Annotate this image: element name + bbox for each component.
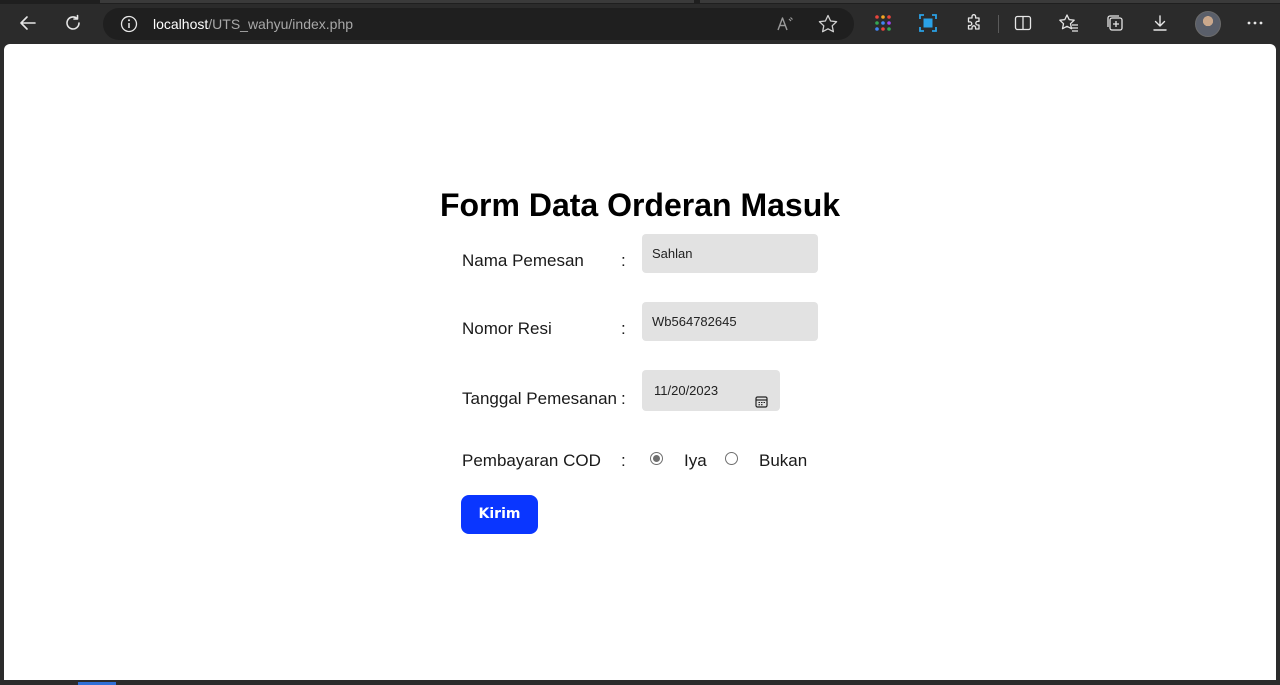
- collections-icon[interactable]: [1101, 9, 1129, 37]
- toolbar-divider: [998, 15, 999, 33]
- nama-field[interactable]: Sahlan: [642, 234, 818, 273]
- colon: :: [621, 389, 626, 408]
- refresh-icon[interactable]: [59, 9, 87, 37]
- cod-radio-iya[interactable]: [650, 452, 663, 465]
- tanggal-label: Tanggal Pemesanan: [462, 389, 618, 408]
- screenshot-icon[interactable]: [914, 9, 942, 37]
- cod-radio-bukan[interactable]: [725, 452, 738, 465]
- tab-strip: [0, 0, 1280, 4]
- apps-icon[interactable]: [869, 9, 897, 37]
- page-viewport: [4, 44, 1276, 680]
- favorite-star-icon[interactable]: [817, 13, 839, 40]
- calendar-icon[interactable]: [755, 383, 768, 424]
- split-screen-icon[interactable]: [1009, 9, 1037, 37]
- read-aloud-icon[interactable]: [775, 14, 795, 39]
- resi-field[interactable]: Wb564782645: [642, 302, 818, 341]
- browser-toolbar: localhost/UTS_wahyu/index.php: [0, 0, 1280, 44]
- url-text[interactable]: localhost/UTS_wahyu/index.php: [153, 16, 353, 32]
- colon: :: [621, 319, 626, 338]
- url-path: /UTS_wahyu/index.php: [208, 16, 354, 32]
- download-icon[interactable]: [1146, 9, 1174, 37]
- cod-option-iya-label: Iya: [684, 451, 707, 470]
- tanggal-value: 11/20/2023: [654, 383, 719, 398]
- cod-label: Pembayaran COD: [462, 451, 601, 470]
- page-title: Form Data Orderan Masuk: [439, 187, 841, 223]
- avatar[interactable]: [1195, 11, 1221, 37]
- more-icon[interactable]: [1241, 9, 1269, 37]
- address-bar[interactable]: localhost/UTS_wahyu/index.php: [103, 8, 854, 40]
- url-host: localhost: [153, 16, 209, 32]
- kirim-button[interactable]: Kirim: [461, 495, 538, 534]
- cod-option-bukan-label: Bukan: [759, 451, 808, 470]
- colon: :: [621, 251, 626, 270]
- favorites-icon[interactable]: [1055, 9, 1083, 37]
- colon: :: [621, 451, 626, 470]
- nama-label: Nama Pemesan: [462, 251, 584, 270]
- resi-label: Nomor Resi: [462, 319, 552, 338]
- info-icon[interactable]: [119, 14, 139, 34]
- extensions-icon[interactable]: [960, 9, 988, 37]
- tanggal-field[interactable]: 11/20/2023: [642, 370, 780, 411]
- back-icon[interactable]: [14, 9, 42, 37]
- bottom-bar: [0, 680, 1280, 685]
